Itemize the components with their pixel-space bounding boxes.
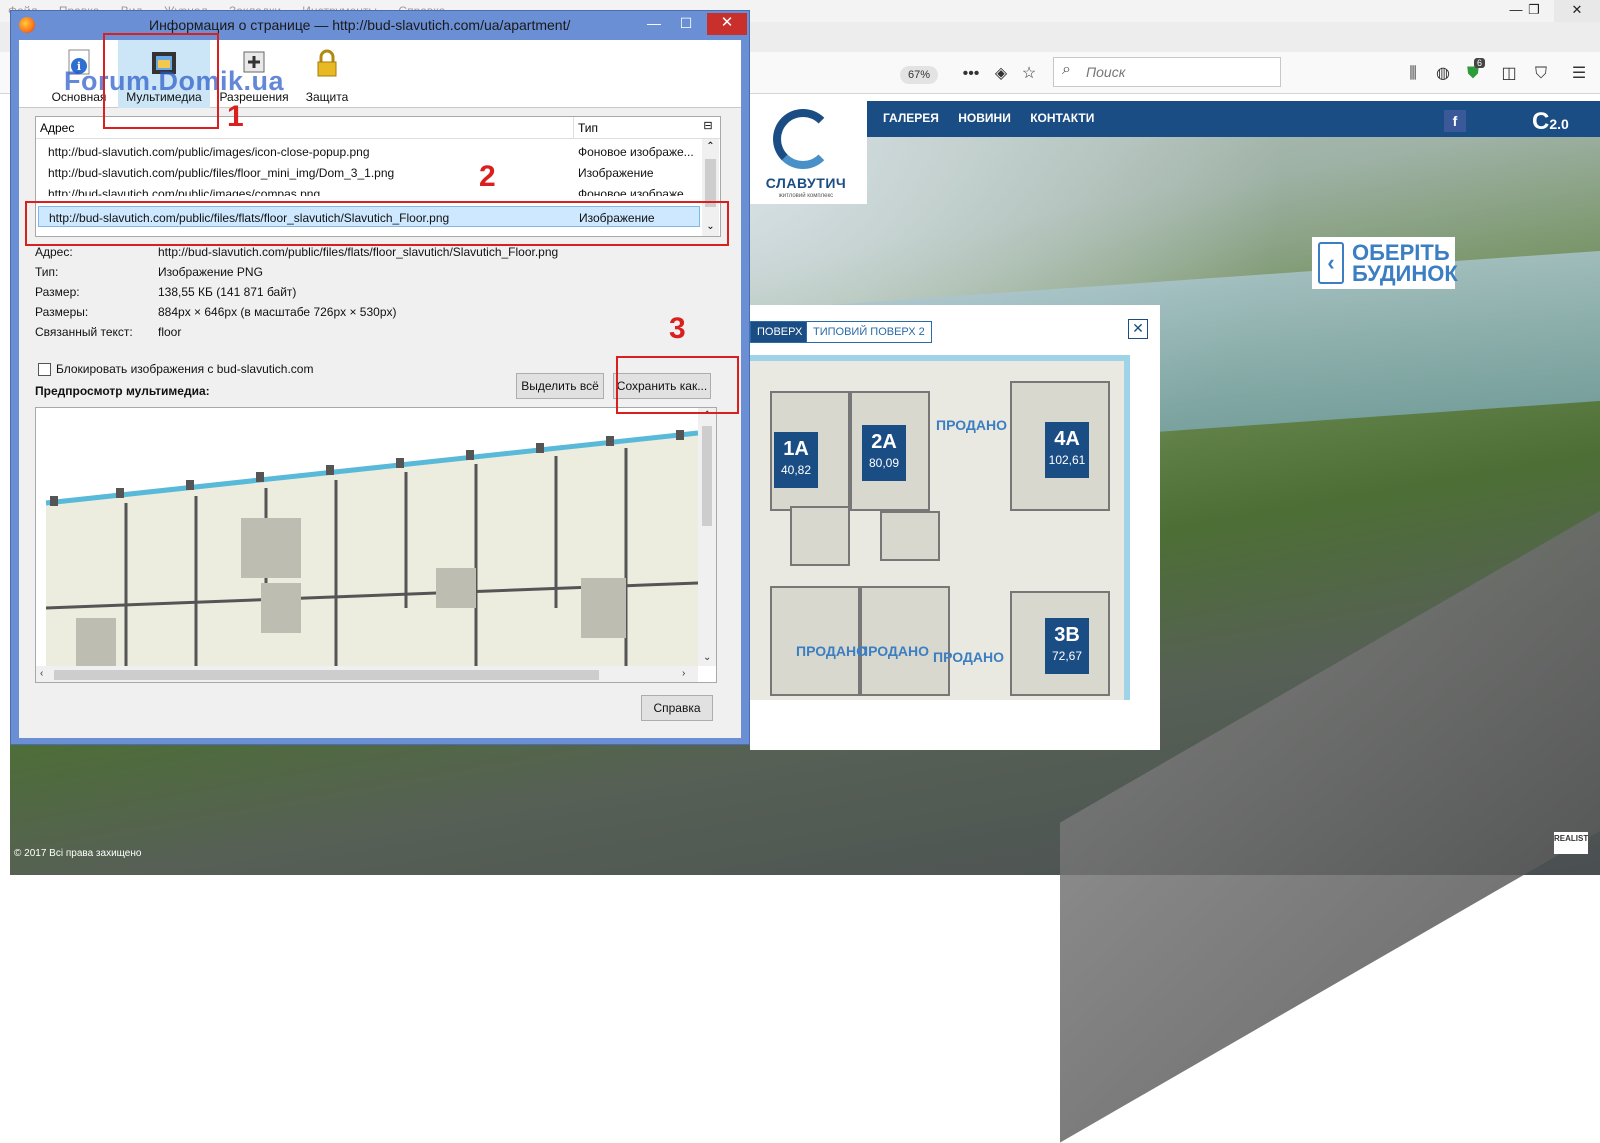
- dialog-maximize-button[interactable]: ☐: [671, 13, 701, 35]
- sold-label: ПРОДАНО: [933, 649, 1005, 665]
- firefox-icon: [19, 17, 35, 33]
- annotation-number-3: 3: [669, 312, 686, 345]
- column-address[interactable]: Адрес: [40, 121, 74, 135]
- site-navigation: ГАЛЕРЕЯ НОВИНИ КОНТАКТИ: [860, 101, 1600, 137]
- logo-name: СЛАВУТИЧ: [765, 175, 847, 191]
- plan-room: [790, 506, 850, 566]
- media-list-row[interactable]: http://bud-slavutich.com/public/images/c…: [38, 183, 700, 196]
- select-all-button[interactable]: Выделить всё: [516, 373, 604, 399]
- prop-address: Адрес: http://bud-slavutich.com/public/fi…: [35, 245, 559, 259]
- plan-room: [880, 511, 940, 561]
- prop-dimensions: Размеры: 884px × 646px (в масштабе 726px …: [35, 305, 397, 319]
- dialog-title: Информация о странице — http://bud-slavu…: [149, 17, 571, 33]
- help-button[interactable]: Справка: [641, 695, 713, 721]
- annotation-box-2: [25, 201, 729, 246]
- preview-label: Предпросмотр мультимедиа:: [35, 384, 210, 398]
- floor-plan-popup: ПОВЕРХ 1 ТИПОВИЙ ПОВЕРХ 2 ✕ 1А 40,82 2А …: [750, 305, 1160, 750]
- media-list-row[interactable]: http://bud-slavutich.com/public/images/i…: [38, 141, 700, 162]
- tracking-shield-icon[interactable]: ⛉: [1530, 63, 1552, 85]
- scroll-down-icon[interactable]: ⌄: [703, 652, 711, 663]
- version-logo: C2.0: [1532, 108, 1569, 135]
- site-copyright: © 2017 Всі права захищено: [14, 848, 142, 859]
- logo-subtitle: житловий комплекс: [778, 193, 834, 199]
- hamburger-menu-icon[interactable]: ☰: [1568, 63, 1590, 85]
- sold-label: ПРОДАНО: [936, 417, 1008, 433]
- annotation-number-1: 1: [227, 100, 244, 133]
- prop-alt-text: Связанный текст: floor: [35, 325, 182, 339]
- library-icon[interactable]: ⫼: [1402, 63, 1424, 85]
- choose-line-2: БУДИНОК: [1352, 261, 1458, 286]
- prop-type: Тип: Изображение PNG: [35, 265, 263, 279]
- sidebar-icon[interactable]: ◫: [1498, 63, 1520, 85]
- block-images-label[interactable]: Блокировать изображения с bud-slavutich.…: [56, 362, 313, 376]
- addon-count-badge: 6: [1474, 58, 1486, 68]
- floor-plan-preview-image: [45, 430, 699, 666]
- pocket-icon[interactable]: ◈: [990, 63, 1012, 85]
- scroll-left-icon[interactable]: ‹: [40, 668, 43, 679]
- nav-contacts[interactable]: КОНТАКТИ: [1030, 111, 1094, 125]
- scroll-right-icon[interactable]: ›: [682, 668, 685, 679]
- dialog-close-button[interactable]: ✕: [707, 13, 747, 35]
- choose-line-1: ОБЕРІТЬ: [1352, 240, 1450, 265]
- annotation-box-1: [103, 33, 219, 129]
- flat-4a-marker[interactable]: 4А 102,61: [1045, 422, 1089, 478]
- search-icon: ⌕: [1062, 61, 1071, 78]
- block-images-checkbox[interactable]: [38, 363, 51, 376]
- chevron-left-icon: ‹: [1318, 242, 1344, 284]
- dialog-minimize-button[interactable]: —: [639, 13, 669, 35]
- preview-horizontal-scrollbar[interactable]: ‹ ›: [36, 666, 698, 682]
- prop-size: Размер: 138,55 КБ (141 871 байт): [35, 285, 297, 299]
- realist-badge: REALIST: [1554, 832, 1588, 854]
- search-input[interactable]: ⌕ Поиск: [1053, 57, 1281, 87]
- close-popup-icon[interactable]: ✕: [1128, 319, 1148, 339]
- annotation-number-2: 2: [479, 160, 496, 193]
- tab-typical-floor-2[interactable]: ТИПОВИЙ ПОВЕРХ 2: [806, 321, 932, 343]
- browser-maximize-button[interactable]: ❐: [1514, 0, 1554, 22]
- plan-room: [770, 586, 860, 696]
- media-list-row[interactable]: http://bud-slavutich.com/public/files/fl…: [38, 162, 700, 183]
- flat-3b-marker[interactable]: 3В 72,67: [1045, 618, 1089, 674]
- search-placeholder: Поиск: [1086, 64, 1126, 80]
- site-logo[interactable]: СЛАВУТИЧ житловий комплекс: [745, 101, 867, 204]
- browser-close-button[interactable]: ✕: [1554, 0, 1600, 22]
- zoom-level-badge[interactable]: 67%: [900, 66, 938, 84]
- sold-label: ПРОДАНО: [796, 643, 868, 659]
- facebook-icon[interactable]: f: [1444, 110, 1466, 132]
- flat-2a-marker[interactable]: 2А 80,09: [862, 425, 906, 481]
- plan-room: [860, 586, 950, 696]
- bookmark-star-icon[interactable]: ☆: [1018, 63, 1040, 85]
- media-preview: ⌃ ⌄ ‹ ›: [35, 407, 717, 683]
- globe-icon[interactable]: ◍: [1432, 63, 1454, 85]
- annotation-box-3: [616, 356, 739, 414]
- column-type[interactable]: Тип: [578, 121, 598, 135]
- nav-news[interactable]: НОВИНИ: [958, 111, 1011, 125]
- scroll-up-icon[interactable]: ⌃: [702, 139, 719, 155]
- nav-gallery[interactable]: ГАЛЕРЕЯ: [883, 111, 939, 125]
- flat-1a-marker[interactable]: 1А 40,82: [774, 432, 818, 488]
- choose-building-button[interactable]: ‹ ОБЕРІТЬ БУДИНОК: [1312, 237, 1458, 289]
- tab-security[interactable]: Защита: [295, 40, 359, 108]
- logo-swirl-icon: [773, 109, 833, 169]
- preview-vertical-scrollbar[interactable]: ⌃ ⌄: [698, 408, 716, 666]
- column-picker-icon[interactable]: ⊟: [700, 119, 716, 135]
- lock-icon: [317, 49, 337, 77]
- page-actions-icon[interactable]: •••: [960, 63, 982, 85]
- sold-label: ПРОДАНО: [858, 643, 930, 659]
